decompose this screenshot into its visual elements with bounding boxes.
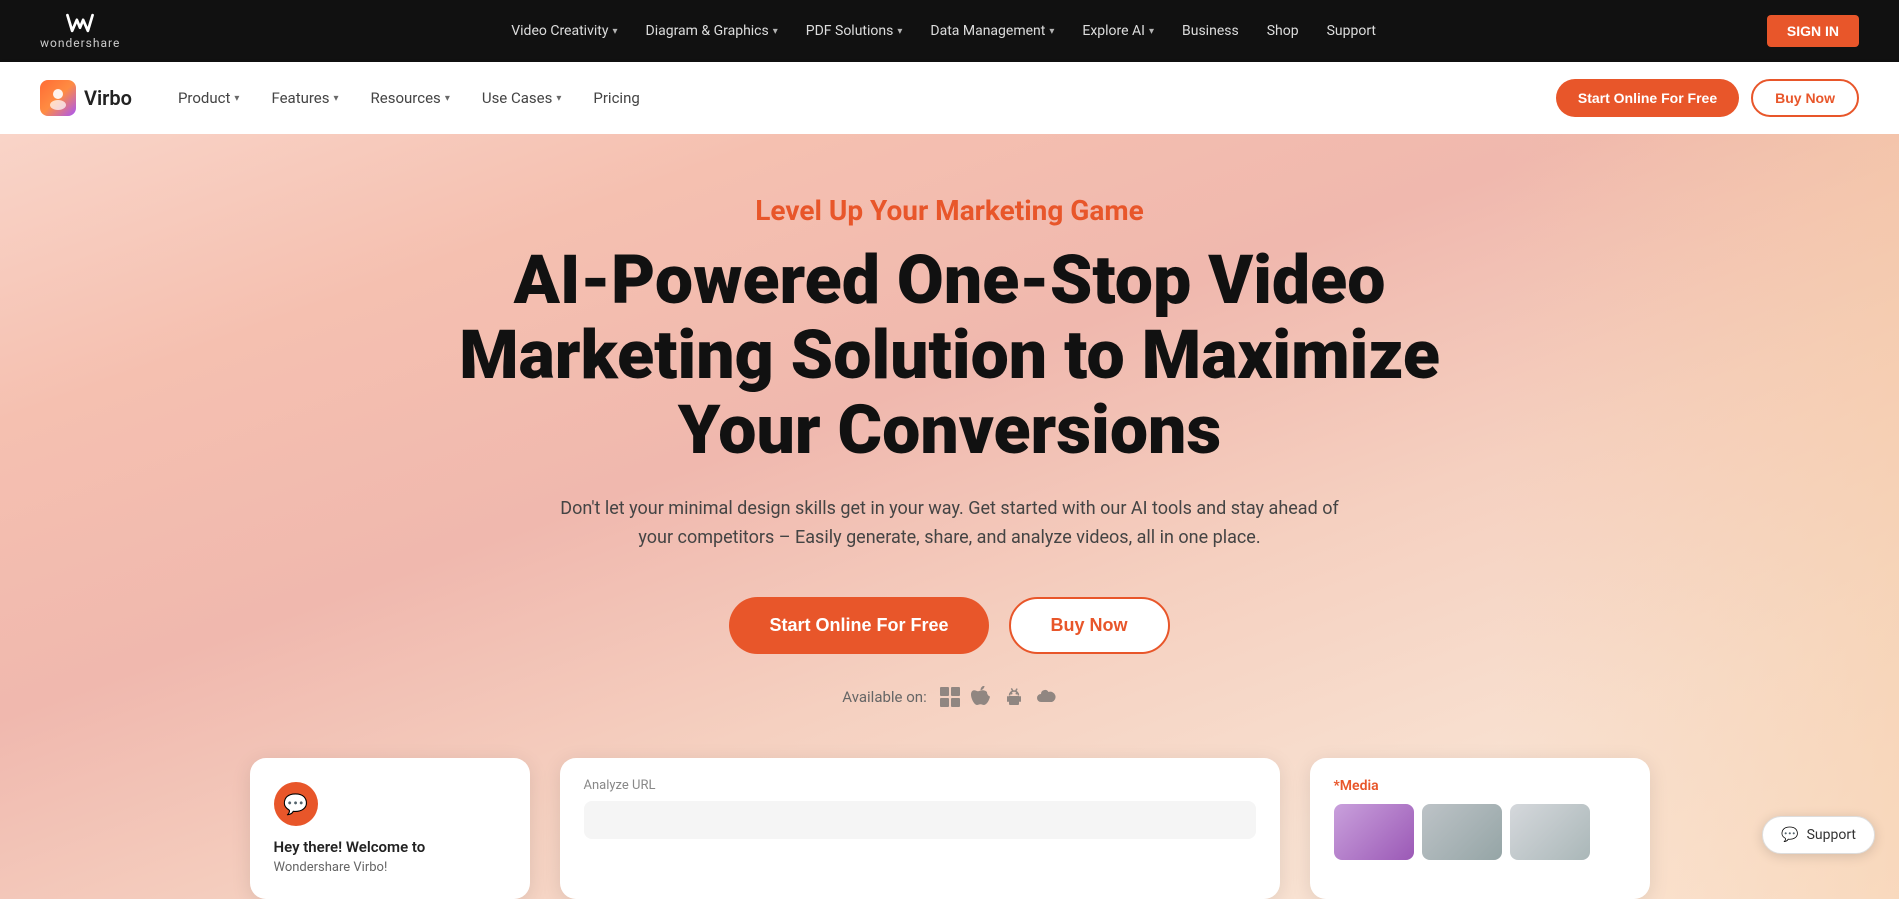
media-thumbnails bbox=[1334, 804, 1626, 860]
sign-in-button[interactable]: SIGN IN bbox=[1767, 15, 1859, 47]
chevron-down-icon: ▾ bbox=[556, 93, 561, 104]
chevron-down-icon: ▾ bbox=[1149, 26, 1154, 37]
sub-nav-actions: Start Online For Free Buy Now bbox=[1556, 79, 1859, 117]
sub-nav-links: Product ▾ Features ▾ Resources ▾ Use Cas… bbox=[164, 81, 1556, 115]
chevron-down-icon: ▾ bbox=[234, 93, 239, 104]
subnav-features[interactable]: Features ▾ bbox=[257, 81, 352, 115]
virbo-brand[interactable]: Virbo bbox=[40, 80, 132, 116]
hero-buy-now-button[interactable]: Buy Now bbox=[1009, 597, 1170, 654]
hero-title: AI-Powered One-Stop Video Marketing Solu… bbox=[400, 243, 1500, 467]
url-card-label: Analyze URL bbox=[584, 778, 1256, 793]
available-label: Available on: bbox=[842, 688, 926, 706]
start-online-free-button[interactable]: Start Online For Free bbox=[1556, 79, 1739, 117]
chat-card-subtitle: Wondershare Virbo! bbox=[274, 860, 506, 875]
chevron-down-icon: ▾ bbox=[897, 26, 902, 37]
chevron-down-icon: ▾ bbox=[445, 93, 450, 104]
chevron-down-icon: ▾ bbox=[1049, 26, 1054, 37]
nav-pdf-solutions[interactable]: PDF Solutions ▾ bbox=[794, 15, 915, 47]
nav-diagram-graphics[interactable]: Diagram & Graphics ▾ bbox=[634, 15, 790, 47]
chevron-down-icon: ▾ bbox=[334, 93, 339, 104]
top-nav-links: Video Creativity ▾ Diagram & Graphics ▾ … bbox=[499, 15, 1388, 47]
hero-tagline: Level Up Your Marketing Game bbox=[755, 194, 1143, 227]
available-on: Available on: bbox=[842, 686, 1056, 708]
url-input-preview[interactable] bbox=[584, 801, 1256, 839]
cloud-icon bbox=[1035, 686, 1057, 708]
sub-navigation: Virbo Product ▾ Features ▾ Resources ▾ U… bbox=[0, 62, 1899, 134]
support-label: Support bbox=[1807, 827, 1856, 843]
virbo-logo-icon bbox=[40, 80, 76, 116]
hero-buttons: Start Online For Free Buy Now bbox=[729, 597, 1169, 654]
nav-video-creativity[interactable]: Video Creativity ▾ bbox=[499, 15, 629, 47]
support-button[interactable]: 💬 Support bbox=[1762, 816, 1875, 854]
chat-card-title: Hey there! Welcome to bbox=[274, 838, 506, 856]
hero-subtitle: Don't let your minimal design skills get… bbox=[560, 495, 1340, 553]
subnav-resources[interactable]: Resources ▾ bbox=[357, 81, 464, 115]
top-navigation: wondershare Video Creativity ▾ Diagram &… bbox=[0, 0, 1899, 62]
chevron-down-icon: ▾ bbox=[773, 26, 778, 37]
buy-now-button[interactable]: Buy Now bbox=[1751, 79, 1859, 117]
hero-section: Level Up Your Marketing Game AI-Powered … bbox=[0, 134, 1899, 899]
subnav-use-cases[interactable]: Use Cases ▾ bbox=[468, 81, 576, 115]
nav-shop[interactable]: Shop bbox=[1255, 15, 1311, 47]
windows-icon bbox=[939, 686, 961, 708]
subnav-pricing[interactable]: Pricing bbox=[579, 81, 653, 115]
nav-support[interactable]: Support bbox=[1315, 15, 1388, 47]
wondershare-logo[interactable]: wondershare bbox=[40, 12, 120, 50]
android-icon bbox=[1003, 686, 1025, 708]
hero-start-free-button[interactable]: Start Online For Free bbox=[729, 597, 988, 654]
virbo-brand-name: Virbo bbox=[84, 86, 132, 110]
media-thumb-2 bbox=[1422, 804, 1502, 860]
subnav-product[interactable]: Product ▾ bbox=[164, 81, 253, 115]
platform-icons bbox=[939, 686, 1057, 708]
support-chat-icon: 💬 bbox=[1781, 827, 1798, 843]
wondershare-text: wondershare bbox=[40, 36, 120, 50]
media-card-label: *Media bbox=[1334, 778, 1626, 794]
apple-icon bbox=[971, 686, 993, 708]
media-thumb-1 bbox=[1334, 804, 1414, 860]
nav-explore-ai[interactable]: Explore AI ▾ bbox=[1070, 15, 1166, 47]
media-thumb-3 bbox=[1510, 804, 1590, 860]
chevron-down-icon: ▾ bbox=[612, 26, 617, 37]
nav-business[interactable]: Business bbox=[1170, 15, 1251, 47]
nav-data-management[interactable]: Data Management ▾ bbox=[918, 15, 1066, 47]
chat-icon: 💬 bbox=[274, 782, 318, 826]
